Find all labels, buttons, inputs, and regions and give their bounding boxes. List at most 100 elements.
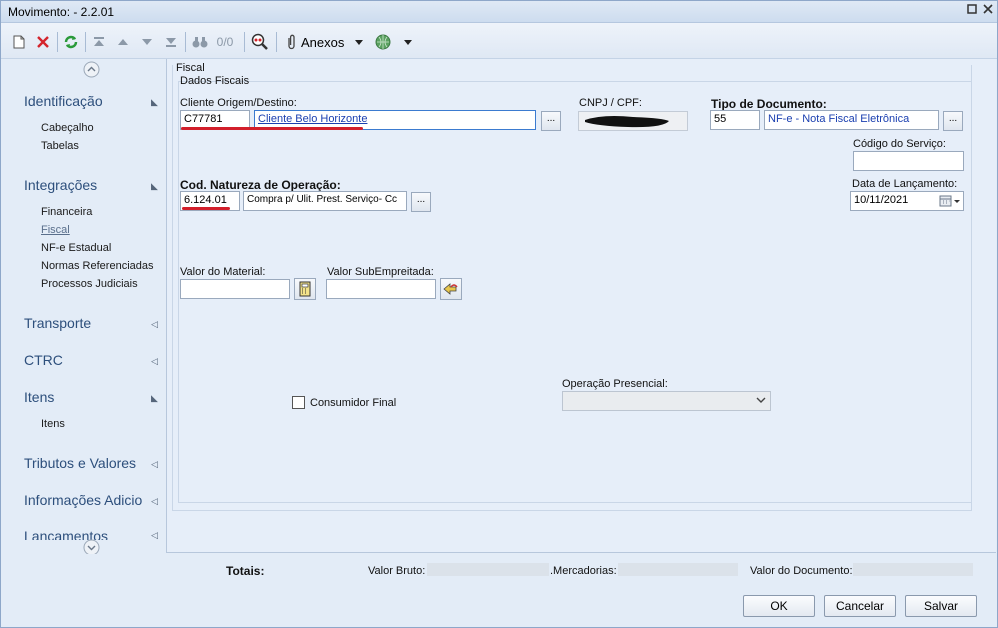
delete-icon[interactable] [35,32,51,52]
natureza-label: Cod. Natureza de Operação: [180,178,341,192]
window-title: Movimento: - 2.2.01 [8,5,115,19]
valor-bruto-label: Valor Bruto: [368,565,426,577]
redaction-mark [585,116,669,128]
transfer-button[interactable] [440,278,462,300]
dados-fiscais-title: Dados Fiscais [180,75,250,87]
section-collapsed-icon[interactable]: ◁ [151,356,158,367]
tipo-documento-name-input[interactable]: NF-e - Nota Fiscal Eletrônica [764,110,939,130]
valor-documento-field [853,563,973,576]
anexos-button[interactable]: Anexos [301,32,351,52]
red-underline-mark [181,127,363,130]
mercadorias-field [618,563,738,576]
sidebar-item-normas-referenciadas[interactable]: Normas Referenciadas [41,260,154,272]
close-window-icon[interactable] [981,4,995,18]
sidebar-section-integracoes[interactable]: Integrações [24,177,97,193]
chevron-down-icon [756,395,766,408]
section-collapsed-icon[interactable]: ◁ [151,459,158,470]
previous-record-icon[interactable] [115,32,131,52]
consumidor-final-label: Consumidor Final [310,397,397,409]
sidebar-section-tributos[interactable]: Tributos e Valores [24,455,136,471]
ok-button[interactable]: OK [743,595,815,617]
valor-material-input[interactable] [180,279,290,299]
calculator-button[interactable] [294,278,316,300]
valor-documento-label: Valor do Documento: [750,565,853,577]
sidebar-clip: Lançamentos ◁ [1,525,165,540]
toolbar: 0/0 Anexos [1,23,997,59]
sidebar-item-tabelas[interactable]: Tabelas [41,140,79,152]
tipo-documento-code-input[interactable]: 55 [710,110,760,130]
sidebar-item-cabecalho[interactable]: Cabeçalho [41,122,94,134]
data-lancamento-input[interactable]: 10/11/2021 [850,191,964,211]
valor-material-label: Valor do Material: [180,266,266,278]
totais-label: Totais: [226,564,265,578]
sidebar-section-transporte[interactable]: Transporte [24,315,91,331]
title-bar: Movimento: - 2.2.01 [1,1,997,23]
sidebar-section-informacoes[interactable]: Informações Adicio [24,492,142,508]
codigo-servico-input[interactable] [853,151,964,171]
sidebar-item-itens[interactable]: Itens [41,418,65,430]
valor-subempreitada-input[interactable] [326,279,436,299]
first-record-icon[interactable] [91,32,107,52]
new-document-icon[interactable] [11,32,27,52]
codigo-servico-label: Código do Serviço: [853,138,946,150]
globe-icon[interactable] [373,32,393,52]
sidebar-item-nfe-estadual[interactable]: NF-e Estadual [41,242,111,254]
chevron-down-icon[interactable] [403,32,413,52]
toolbar-separator [244,32,245,52]
calculator-icon [299,281,311,297]
next-record-icon[interactable] [139,32,155,52]
toolbar-separator [57,32,58,52]
section-collapsed-icon[interactable]: ◁ [151,530,158,540]
sidebar: Identificação ◣ Cabeçalho Tabelas Integr… [1,59,165,556]
section-collapsed-icon[interactable]: ◁ [151,319,158,330]
section-expanded-icon[interactable]: ◣ [151,393,158,404]
main-panel: Fiscal Dados Fiscais Cliente Origem/Dest… [166,59,996,553]
refresh-icon[interactable] [62,32,80,52]
cliente-lookup-button[interactable]: ... [541,111,561,131]
zoom-search-icon[interactable] [250,32,270,52]
toolbar-separator [276,32,277,52]
valor-subempreitada-label: Valor SubEmpreitada: [327,266,434,278]
movimento-window: Movimento: - 2.2.01 0/0 Anexos Identific… [0,0,998,628]
tipo-documento-label: Tipo de Documento: [711,97,827,111]
cliente-name-link[interactable]: Cliente Belo Horizonte [258,113,367,125]
toolbar-separator [85,32,86,52]
section-expanded-icon[interactable]: ◣ [151,181,158,192]
calendar-icon[interactable] [939,194,961,210]
cancelar-button[interactable]: Cancelar [824,595,896,617]
last-record-icon[interactable] [163,32,179,52]
consumidor-final-checkbox[interactable] [292,396,305,409]
mercadorias-label: .Mercadorias: [550,565,617,577]
section-expanded-icon[interactable]: ◣ [151,97,158,108]
fiscal-group-title: Fiscal [176,62,205,74]
sidebar-item-financeira[interactable]: Financeira [41,206,92,218]
red-underline-mark [182,207,230,210]
chevron-down-icon[interactable] [354,32,364,52]
sidebar-item-processos-judiciais[interactable]: Processos Judiciais [41,278,138,290]
tipo-documento-lookup-button[interactable]: ... [943,111,963,131]
scroll-up-icon[interactable] [83,61,100,81]
natureza-lookup-button[interactable]: ... [411,192,431,212]
sidebar-section-itens[interactable]: Itens [24,389,54,405]
natureza-desc-input[interactable]: Compra p/ Ulit. Prest. Serviço- Cc [243,191,407,211]
binoculars-icon[interactable] [191,32,209,52]
sidebar-section-identificacao[interactable]: Identificação [24,93,103,109]
restore-icon[interactable] [965,4,979,18]
tipo-documento-name: NF-e - Nota Fiscal Eletrônica [768,113,910,125]
data-lancamento-label: Data de Lançamento: [852,178,958,190]
valor-bruto-field [427,563,549,576]
sidebar-section-ctrc[interactable]: CTRC [24,352,63,368]
operacao-presencial-select[interactable] [562,391,771,411]
salvar-button[interactable]: Salvar [905,595,977,617]
data-lancamento-value: 10/11/2021 [854,194,909,206]
cnpj-label: CNPJ / CPF: [579,97,642,109]
transfer-icon [443,283,458,295]
section-collapsed-icon[interactable]: ◁ [151,496,158,507]
cnpj-input[interactable] [578,111,688,131]
toolbar-separator [185,32,186,52]
sidebar-item-fiscal[interactable]: Fiscal [41,224,70,236]
record-counter: 0/0 [216,35,234,49]
paperclip-icon[interactable] [283,32,299,52]
cliente-label: Cliente Origem/Destino: [180,97,297,109]
operacao-presencial-label: Operação Presencial: [562,378,668,390]
